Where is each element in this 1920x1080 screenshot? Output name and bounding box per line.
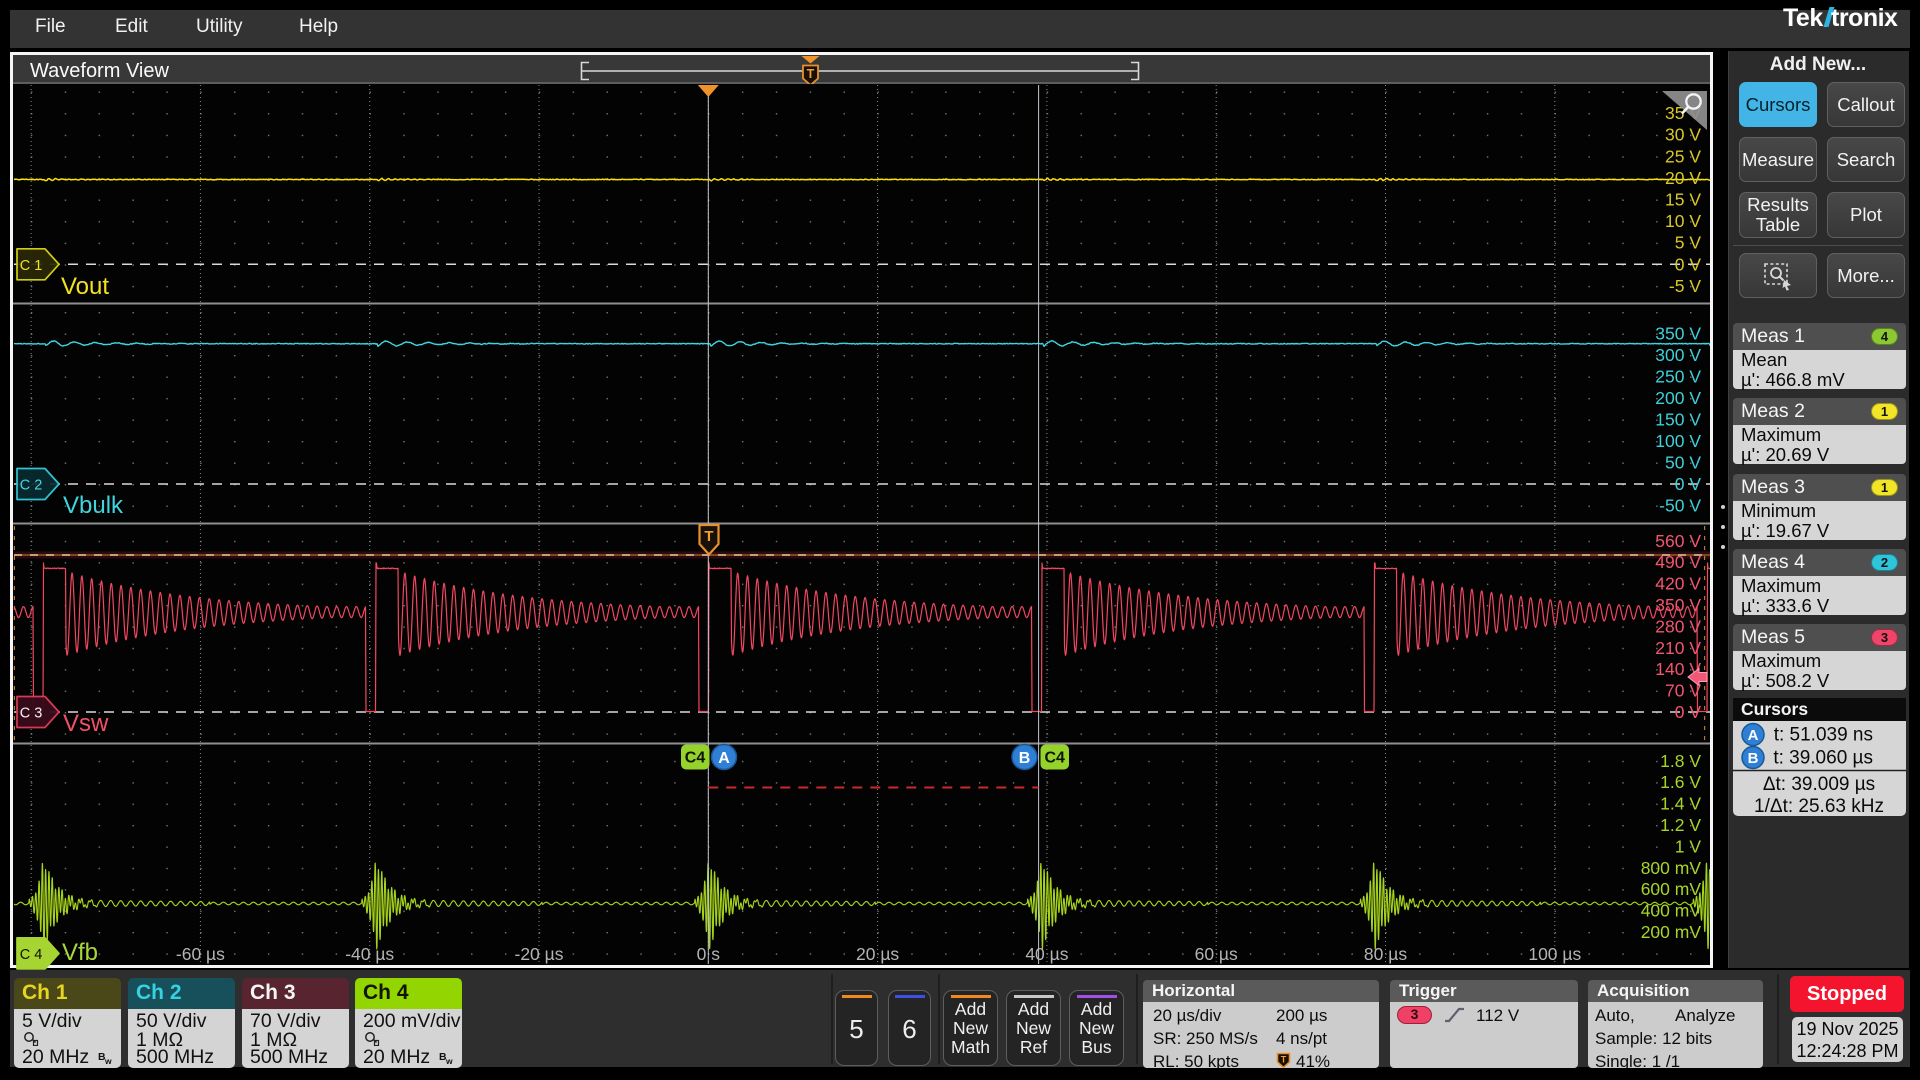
- svg-text:0 s: 0 s: [697, 944, 721, 964]
- svg-text:600 mV: 600 mV: [1641, 879, 1702, 899]
- svg-text:25 V: 25 V: [1665, 146, 1701, 166]
- svg-text:T: T: [1281, 1055, 1287, 1065]
- svg-text:A: A: [718, 750, 730, 767]
- svg-text:Vsw: Vsw: [63, 710, 109, 737]
- svg-text:30 V: 30 V: [1665, 125, 1701, 145]
- svg-text:5 V: 5 V: [1675, 233, 1702, 253]
- svg-text:T: T: [807, 67, 815, 81]
- svg-text:A: A: [1748, 727, 1759, 744]
- svg-text:B: B: [1748, 750, 1759, 767]
- svg-text:80 µs: 80 µs: [1364, 944, 1407, 964]
- svg-text:Vout: Vout: [61, 273, 109, 300]
- svg-text:C 4: C 4: [20, 947, 43, 963]
- svg-text:w: w: [445, 1056, 453, 1065]
- svg-text:280 V: 280 V: [1655, 616, 1701, 636]
- svg-text:350 V: 350 V: [1655, 324, 1701, 344]
- svg-text:10 V: 10 V: [1665, 211, 1701, 231]
- svg-text:1.2 V: 1.2 V: [1660, 815, 1701, 835]
- svg-text:1.8 V: 1.8 V: [1660, 751, 1701, 771]
- svg-text:-60 µs: -60 µs: [176, 944, 225, 964]
- svg-text:20 V: 20 V: [1665, 168, 1701, 188]
- svg-text:40 µs: 40 µs: [1025, 944, 1068, 964]
- svg-text:0 V: 0 V: [1675, 474, 1702, 494]
- svg-text:420 V: 420 V: [1655, 574, 1701, 594]
- svg-text:w: w: [104, 1056, 112, 1065]
- svg-text:Vbulk: Vbulk: [63, 492, 124, 519]
- svg-text:490 V: 490 V: [1655, 552, 1701, 572]
- svg-text:200 V: 200 V: [1655, 388, 1701, 408]
- svg-text:Vfb: Vfb: [62, 939, 98, 966]
- svg-text:210 V: 210 V: [1655, 638, 1701, 658]
- svg-text:T: T: [704, 528, 713, 545]
- svg-text:-40 µs: -40 µs: [345, 944, 394, 964]
- svg-text:250 V: 250 V: [1655, 367, 1701, 387]
- svg-text:200 mV: 200 mV: [1641, 922, 1702, 942]
- svg-text:800 mV: 800 mV: [1641, 858, 1702, 878]
- svg-text:-5 V: -5 V: [1669, 276, 1701, 296]
- svg-text:C4: C4: [1044, 750, 1065, 767]
- svg-text:B: B: [1019, 750, 1031, 767]
- svg-text:50 V: 50 V: [1665, 453, 1701, 473]
- svg-text:560 V: 560 V: [1655, 531, 1701, 551]
- svg-text:100 µs: 100 µs: [1528, 944, 1581, 964]
- svg-text:1/Δt: 25.63 kHz: 1/Δt: 25.63 kHz: [1754, 796, 1884, 816]
- svg-text:350 V: 350 V: [1655, 595, 1701, 615]
- svg-text:15 V: 15 V: [1665, 190, 1701, 210]
- svg-text:Δt: 39.009 µs: Δt: 39.009 µs: [1763, 774, 1875, 795]
- svg-text:1.6 V: 1.6 V: [1660, 772, 1701, 792]
- svg-text:20 µs: 20 µs: [856, 944, 899, 964]
- svg-text:tronix: tronix: [1831, 4, 1898, 32]
- svg-text:Tek: Tek: [1783, 4, 1823, 32]
- svg-text:100 V: 100 V: [1655, 431, 1701, 451]
- svg-text:-20 µs: -20 µs: [515, 944, 564, 964]
- svg-text:0 V: 0 V: [1675, 254, 1702, 274]
- svg-text:300 V: 300 V: [1655, 345, 1701, 365]
- svg-text:C 3: C 3: [20, 706, 43, 722]
- svg-text:0 V: 0 V: [1675, 702, 1702, 722]
- svg-text:60 µs: 60 µs: [1195, 944, 1238, 964]
- svg-text:C4: C4: [685, 750, 706, 767]
- svg-text:C 1: C 1: [20, 258, 43, 274]
- svg-text:t: 51.039 ns: t: 51.039 ns: [1774, 725, 1873, 746]
- svg-text:C 2: C 2: [20, 478, 43, 494]
- svg-text:400 mV: 400 mV: [1641, 901, 1702, 921]
- svg-text:-50 V: -50 V: [1659, 496, 1701, 516]
- svg-text:1 V: 1 V: [1675, 836, 1702, 856]
- svg-text:150 V: 150 V: [1655, 410, 1701, 430]
- svg-text:t: 39.060 µs: t: 39.060 µs: [1773, 748, 1873, 769]
- svg-text:1.4 V: 1.4 V: [1660, 794, 1701, 814]
